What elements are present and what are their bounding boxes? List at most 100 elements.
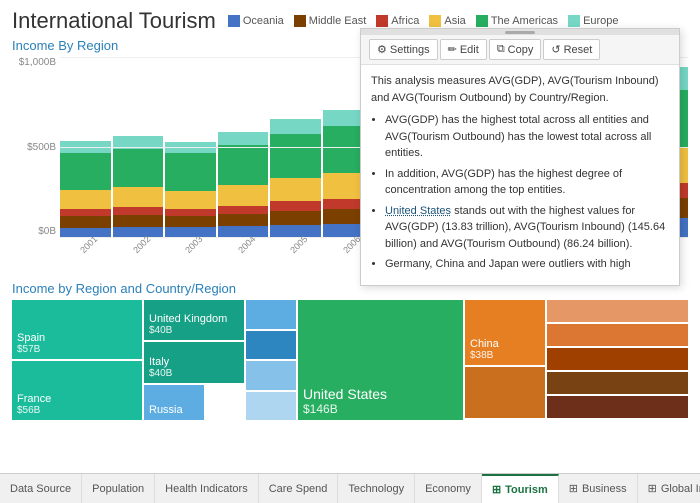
analysis-popup: ⚙ Settings ✏ Edit ⧉ Copy ↺ Reset This an… (360, 28, 680, 286)
legend-color (568, 15, 580, 27)
legend-color (294, 15, 306, 27)
tab-label: Business (582, 483, 627, 495)
bar-segment (270, 134, 321, 178)
popup-bullet-item: In addition, AVG(GDP) has the highest de… (385, 166, 669, 199)
y-axis: $1,000B$500B$0B (12, 57, 60, 237)
treemap-cell[interactable]: Spain$57B (12, 300, 142, 359)
legend: Oceania Middle East Africa Asia The Americas… (228, 15, 619, 27)
treemap-cell-small[interactable] (246, 361, 296, 390)
treemap-cell-right[interactable] (547, 300, 688, 322)
bar-group[interactable] (218, 132, 269, 237)
edit-button[interactable]: ✏ Edit (440, 39, 487, 60)
bar-segment (218, 145, 269, 185)
bar-segment (113, 149, 164, 187)
popup-bullet-list: AVG(GDP) has the highest total across al… (371, 112, 669, 273)
tab-label: Data Source (10, 483, 71, 495)
popup-toolbar: ⚙ Settings ✏ Edit ⧉ Copy ↺ Reset (361, 35, 679, 65)
tab-label: Care Spend (269, 483, 328, 495)
treemap-section: Income by Region and Country/Region Spai… (0, 281, 700, 420)
highlight-link: United States (385, 205, 451, 217)
tab-item-health-indicators[interactable]: Health Indicators (155, 474, 259, 503)
treemap-cell-small2[interactable] (465, 367, 545, 418)
treemap-cell[interactable]: Russia (144, 385, 204, 420)
legend-item: Oceania (228, 15, 284, 27)
tab-item-population[interactable]: Population (82, 474, 155, 503)
cell-name: United Kingdom (149, 313, 239, 325)
copy-button[interactable]: ⧉ Copy (489, 39, 542, 60)
page-title: International Tourism (12, 8, 216, 34)
cell-value: $40B (149, 368, 239, 379)
tab-item-tourism[interactable]: ⊞ Tourism (482, 474, 559, 503)
legend-label: Africa (391, 15, 419, 27)
bar-segment (60, 153, 111, 190)
bar-group[interactable] (270, 119, 321, 237)
tab-item-global-indica[interactable]: ⊞Global Indica (638, 474, 700, 503)
legend-color (429, 15, 441, 27)
reset-button[interactable]: ↺ Reset (543, 39, 600, 60)
treemap-cell-right[interactable] (547, 372, 688, 394)
treemap-cell-small[interactable] (246, 300, 296, 329)
treemap-cell-small[interactable] (246, 392, 296, 421)
bar-segment (165, 153, 216, 190)
edit-icon: ✏ (448, 43, 457, 56)
bar-segment (60, 141, 111, 153)
legend-item: Asia (429, 15, 465, 27)
cell-name: France (17, 393, 137, 405)
bar-segment (113, 207, 164, 214)
treemap-cell[interactable]: France$56B (12, 361, 142, 420)
bar-segment (113, 136, 164, 149)
bar-segment (270, 178, 321, 201)
cell-value: $57B (17, 344, 137, 355)
cell-value: $146B (303, 402, 458, 416)
treemap-col-3 (246, 300, 296, 420)
cell-value: $40B (149, 325, 239, 336)
tab-label: Health Indicators (165, 483, 248, 495)
popup-description: This analysis measures AVG(GDP), AVG(Tou… (371, 73, 669, 106)
treemap-cell-right[interactable] (547, 348, 688, 370)
treemap-cell-right[interactable] (547, 396, 688, 418)
treemap-container: Spain$57BFrance$56BUnited Kingdom$40BIta… (12, 300, 688, 420)
legend-label: The Americas (491, 15, 558, 27)
tab-icon: ⊞ (492, 483, 501, 496)
popup-bullet-item: AVG(GDP) has the highest total across al… (385, 112, 669, 162)
cell-value: $38B (470, 350, 540, 361)
treemap-cell-right[interactable] (547, 324, 688, 346)
treemap-col-china: China$38B (465, 300, 545, 420)
bar-segment (113, 187, 164, 207)
legend-label: Middle East (309, 15, 366, 27)
tab-item-care-spend[interactable]: Care Spend (259, 474, 339, 503)
bar-segment (218, 185, 269, 206)
handle-bar (505, 31, 535, 34)
treemap-cell[interactable]: United Kingdom$40B (144, 300, 244, 340)
bar-segment (270, 201, 321, 210)
treemap-cell-united-states[interactable]: United States$146B (298, 300, 463, 420)
legend-label: Oceania (243, 15, 284, 27)
cell-name: Italy (149, 356, 239, 368)
tab-item-technology[interactable]: Technology (338, 474, 415, 503)
reset-icon: ↺ (551, 43, 560, 56)
bar-segment (165, 142, 216, 153)
bar-segment (270, 119, 321, 134)
popup-content: This analysis measures AVG(GDP), AVG(Tou… (361, 65, 679, 285)
tab-item-economy[interactable]: Economy (415, 474, 482, 503)
copy-icon: ⧉ (497, 43, 505, 56)
settings-button[interactable]: ⚙ Settings (369, 39, 438, 60)
tab-icon: ⊞ (648, 482, 657, 495)
legend-item: Africa (376, 15, 419, 27)
treemap-cell-china[interactable]: China$38B (465, 300, 545, 365)
treemap-col-1: Spain$57BFrance$56B (12, 300, 142, 420)
tab-label: Tourism (505, 484, 548, 496)
legend-color (228, 15, 240, 27)
treemap-cell[interactable]: Italy$40B (144, 342, 244, 382)
treemap-cell-small[interactable] (246, 331, 296, 360)
tab-item-business[interactable]: ⊞Business (559, 474, 638, 503)
cell-name: United States (303, 386, 458, 402)
cell-name: Spain (17, 332, 137, 344)
y-axis-label: $1,000B (19, 57, 56, 68)
legend-label: Asia (444, 15, 465, 27)
treemap-col-right (547, 300, 688, 420)
cell-value: $56B (17, 405, 137, 416)
tab-item-data-source[interactable]: Data Source (0, 474, 82, 503)
tab-label: Population (92, 483, 144, 495)
legend-item: Europe (568, 15, 618, 27)
